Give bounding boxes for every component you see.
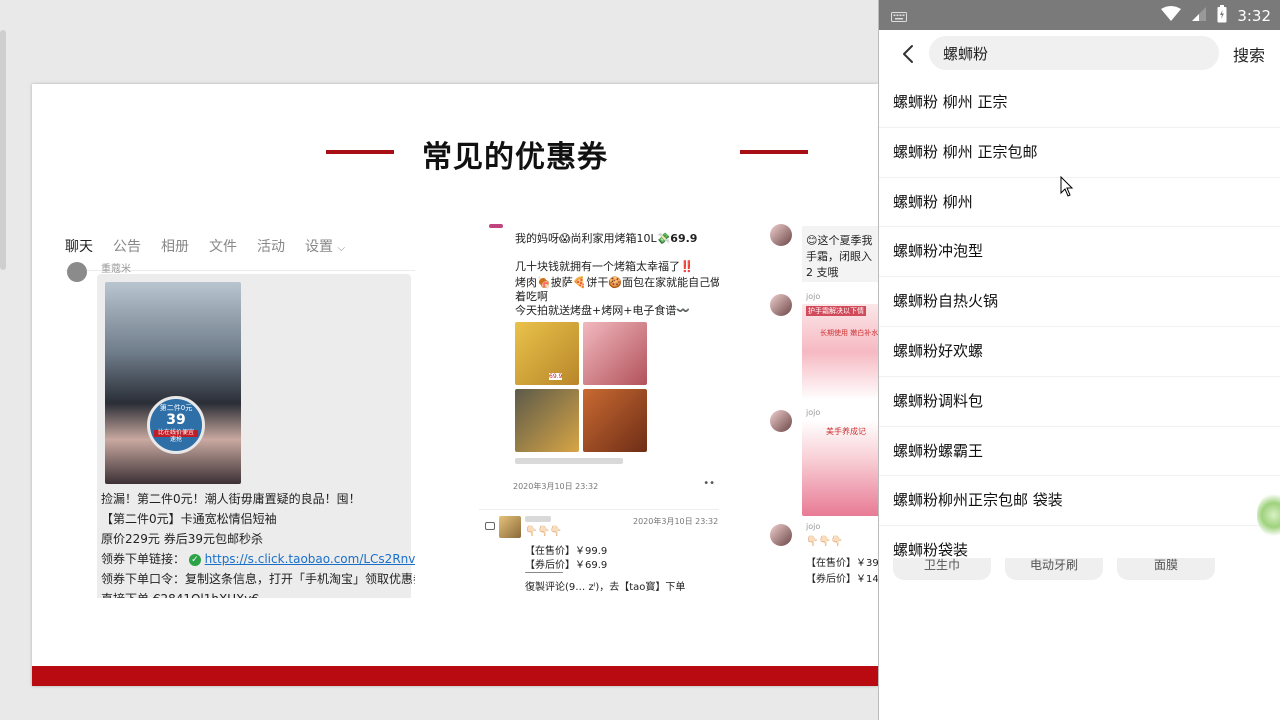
hot-tag[interactable]: 电动牙刷 bbox=[1005, 558, 1103, 580]
search-input[interactable] bbox=[929, 36, 1219, 70]
status-bar: 3:32 bbox=[879, 0, 1280, 30]
presentation-slide: 常见的优惠券 聊天 公告 相册 文件 活动 设置 ⌵ 重蔻米 第二件0元 39 … bbox=[32, 84, 878, 686]
coupon-price: 【券后价】￥14 bbox=[806, 574, 878, 585]
suggestion-list: 螺蛳粉 柳州 正宗 螺蛳粉 柳州 正宗包邮 螺蛳粉 柳州 螺蛳粉冲泡型 螺蛳粉自… bbox=[879, 78, 1280, 575]
hot-search-tags: 卫生巾 电动牙刷 面膜 bbox=[893, 558, 1215, 580]
divider bbox=[525, 572, 563, 573]
suggestion-item[interactable]: 螺蛳粉 柳州 正宗 bbox=[879, 78, 1280, 128]
more-icon: •• bbox=[703, 478, 715, 489]
phone-screen: 3:32 搜索 螺蛳粉 柳州 正宗 螺蛳粉 柳州 正宗包邮 螺蛳粉 柳州 螺蛳粉… bbox=[878, 0, 1280, 720]
title-decoration-right bbox=[740, 150, 808, 154]
left-scroll-indicator[interactable] bbox=[0, 30, 6, 270]
message-line: 我的妈呀😱尚利家用烤箱10L💸69.9 bbox=[515, 230, 697, 246]
suggestion-item[interactable]: 螺蛳粉柳州正宗包邮 袋装 bbox=[879, 476, 1280, 527]
sender-name: jojo bbox=[806, 522, 821, 531]
message-icon bbox=[485, 522, 495, 530]
message-line: 今天拍就送烤盘+烤网+电子食谱〰️ bbox=[515, 304, 691, 317]
message-text: 我的妈呀😱尚利家用烤箱10L💸 bbox=[515, 232, 671, 245]
timestamp: 2020年3月10日 23:32 bbox=[633, 517, 719, 526]
divider bbox=[479, 509, 719, 510]
keyboard-icon bbox=[891, 8, 907, 27]
message-line: 领券下单口令：复制这条信息，打开「手机淘宝」领取优惠券后 bbox=[101, 572, 415, 586]
wifi-icon bbox=[1161, 6, 1182, 26]
blurred-name bbox=[525, 516, 551, 522]
tab-album: 相册 bbox=[161, 239, 189, 255]
message-line: 原价229元 券后39元包邮秒杀 bbox=[101, 532, 263, 546]
price-badge: 第二件0元 39 比在线价便宜 速抢 bbox=[147, 396, 205, 454]
badge-line3: 速抢 bbox=[169, 435, 182, 443]
back-arrow-icon[interactable] bbox=[897, 42, 921, 66]
mouse-cursor-icon bbox=[1060, 175, 1074, 202]
product-image bbox=[515, 322, 579, 385]
card-title: 护手霜解决以下情 bbox=[806, 306, 866, 316]
product-image bbox=[583, 322, 647, 385]
suggestion-item[interactable]: 螺蛳粉 柳州 正宗包邮 bbox=[879, 128, 1280, 178]
search-button[interactable]: 搜索 bbox=[1233, 42, 1265, 66]
avatar bbox=[770, 410, 792, 432]
tab-settings: 设置 ⌵ bbox=[305, 224, 345, 270]
card-title: 美手养成记 bbox=[826, 427, 866, 436]
signal-icon bbox=[1191, 6, 1207, 26]
battery-icon bbox=[1217, 5, 1227, 27]
search-bar: 搜索 bbox=[879, 30, 1280, 78]
message-line: 【第二件0元】卡通宽松情侣短袖 bbox=[101, 512, 277, 526]
price-text: 69.9 bbox=[670, 232, 698, 245]
suggestion-item[interactable]: 螺蛳粉自热火锅 bbox=[879, 277, 1280, 327]
message-line: 捡漏！第二件0元！潮人街毋庸置疑的良品！囤！ bbox=[101, 492, 361, 506]
chat-screenshot-group: 聊天 公告 相册 文件 活动 设置 ⌵ 重蔻米 第二件0元 39 比在线价便宜 … bbox=[65, 224, 415, 598]
check-icon: ✓ bbox=[188, 553, 201, 566]
hands-emoji: 👇🏻👇🏻👇🏻 bbox=[806, 536, 844, 547]
message-line: 直接下单 €2841Ql1hXUXy€ bbox=[101, 590, 259, 598]
copy-instruction: 復製评论(9… ᴢˡ)，去【tao寳】下单 bbox=[525, 582, 686, 593]
chat-screenshot-oven: 我的妈呀😱尚利家用烤箱10L💸69.9 几十块钱就拥有一个烤箱太幸福了‼️ 烤肉… bbox=[479, 224, 719, 598]
slide-footer-bar bbox=[32, 666, 878, 686]
suggestion-item[interactable]: 螺蛳粉 柳州 bbox=[879, 178, 1280, 228]
tab-files: 文件 bbox=[209, 239, 237, 255]
product-card: 美手养成记 bbox=[802, 420, 878, 516]
suggestion-item[interactable]: 螺蛳粉调料包 bbox=[879, 377, 1280, 427]
product-image bbox=[515, 389, 579, 452]
avatar bbox=[770, 524, 792, 546]
clock: 3:32 bbox=[1237, 7, 1271, 25]
avatar bbox=[499, 516, 521, 538]
hands-emoji: 👇🏻👇🏻👇🏻 bbox=[525, 526, 563, 537]
avatar bbox=[770, 294, 792, 316]
message-line: 手霜，闭眼入 bbox=[806, 250, 872, 263]
price-tag: 69.9 bbox=[549, 373, 563, 380]
sender-name: jojo bbox=[806, 408, 821, 417]
avatar bbox=[67, 262, 87, 282]
tab-settings-label: 设置 bbox=[305, 239, 333, 255]
sender-name: jojo bbox=[806, 292, 821, 301]
suggestion-item[interactable]: 螺蛳粉螺霸王 bbox=[879, 427, 1280, 477]
link-prefix: 领券下单链接： bbox=[101, 552, 186, 566]
product-image bbox=[583, 389, 647, 452]
avatar bbox=[489, 224, 503, 228]
sale-price: 【在售价】￥99.9 bbox=[525, 546, 608, 557]
sender-name: 重蔻米 bbox=[101, 264, 131, 275]
avatar bbox=[770, 224, 792, 246]
message-line: 几十块钱就拥有一个烤箱太幸福了‼️ bbox=[515, 260, 694, 273]
hot-tag[interactable]: 卫生巾 bbox=[893, 558, 991, 580]
sale-price: 【在售价】￥39 bbox=[806, 558, 878, 569]
product-image-grid bbox=[515, 322, 647, 452]
suggestion-item[interactable]: 螺蛳粉好欢螺 bbox=[879, 327, 1280, 377]
tab-activity: 活动 bbox=[257, 239, 285, 255]
message-line: 😊这个夏季我 bbox=[806, 234, 873, 247]
badge-number: 39 bbox=[166, 411, 186, 428]
timestamp: 2020年3月10日 23:32 bbox=[513, 482, 599, 491]
message-line: 2 支哦 bbox=[806, 266, 839, 279]
hot-tag[interactable]: 面膜 bbox=[1117, 558, 1215, 580]
coupon-price: 【券后价】￥69.9 bbox=[525, 560, 608, 571]
blurred-text bbox=[515, 458, 623, 464]
card-subtitle: 长期使用 嫩白补水 bbox=[820, 329, 878, 337]
message-line: 领券下单链接： ✓ https://s.click.taobao.com/LCs… bbox=[101, 550, 415, 567]
slide-title: 常见的优惠券 bbox=[422, 140, 608, 175]
product-card: 护手霜解决以下情 长期使用 嫩白补水 bbox=[802, 304, 878, 400]
chevron-down-icon: ⌵ bbox=[337, 243, 346, 254]
suggestion-item[interactable]: 螺蛳粉冲泡型 bbox=[879, 227, 1280, 278]
coupon-link[interactable]: https://s.click.taobao.com/LCs2Rnv bbox=[205, 552, 415, 566]
chat-screenshot-handcream: 😊这个夏季我 手霜，闭眼入 2 支哦 jojo 护手霜解决以下情 长期使用 嫩白… bbox=[768, 224, 878, 598]
